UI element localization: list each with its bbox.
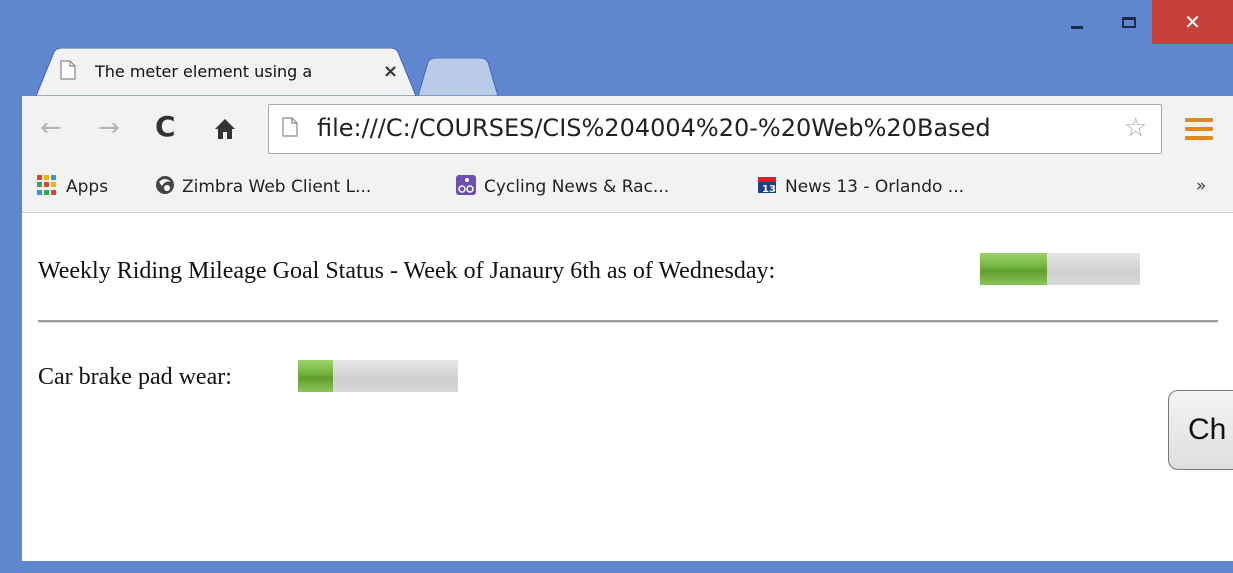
- minimize-button[interactable]: [1060, 0, 1094, 44]
- new-tab-button[interactable]: [418, 58, 498, 96]
- close-window-button[interactable]: ✕: [1152, 0, 1233, 44]
- url-text[interactable]: file:///C:/COURSES/CIS%204004%20-%20Web%…: [317, 112, 1117, 144]
- tab-title: The meter element using a: [95, 62, 313, 81]
- window-bottom-edge: [0, 561, 1233, 573]
- bookmarks-overflow-button[interactable]: »: [1196, 176, 1206, 196]
- window-left-edge: [0, 96, 22, 573]
- bookmark-zimbra[interactable]: Zimbra Web Client L...: [182, 176, 371, 198]
- back-button[interactable]: ←: [40, 113, 62, 143]
- bookmark-cycling[interactable]: Cycling News & Rac...: [484, 176, 669, 198]
- brake-pad-label: Car brake pad wear:: [38, 364, 232, 390]
- cycling-icon: [456, 175, 476, 195]
- home-button[interactable]: [212, 116, 238, 142]
- horizontal-rule: [38, 320, 1218, 323]
- bookmark-star-icon[interactable]: ☆: [1124, 115, 1147, 141]
- minimize-icon: [1071, 25, 1083, 29]
- zimbra-icon: [156, 176, 174, 194]
- menu-button[interactable]: [1185, 118, 1213, 140]
- maximize-button[interactable]: [1112, 0, 1146, 44]
- weekly-mileage-label: Weekly Riding Mileage Goal Status - Week…: [38, 258, 776, 284]
- reload-button[interactable]: C: [155, 112, 176, 142]
- news13-icon: 13: [758, 177, 776, 195]
- menu-icon: [1185, 118, 1213, 122]
- brake-pad-meter-fill: [298, 360, 334, 392]
- bookmark-apps[interactable]: Apps: [66, 176, 108, 198]
- bookmark-news13[interactable]: News 13 - Orlando ...: [785, 176, 964, 198]
- svg-text:13: 13: [762, 184, 776, 195]
- maximize-icon: [1122, 16, 1136, 28]
- forward-button[interactable]: →: [98, 113, 120, 143]
- close-icon: ✕: [1184, 10, 1201, 34]
- side-button-label: Ch: [1188, 413, 1227, 446]
- mileage-meter-fill: [980, 253, 1048, 285]
- page-icon: [282, 117, 298, 137]
- tab-close-button[interactable]: ×: [383, 61, 398, 82]
- brake-pad-meter: [298, 360, 458, 392]
- apps-grid-icon: [37, 175, 57, 195]
- mileage-meter: [980, 253, 1140, 285]
- page-icon: [60, 60, 76, 80]
